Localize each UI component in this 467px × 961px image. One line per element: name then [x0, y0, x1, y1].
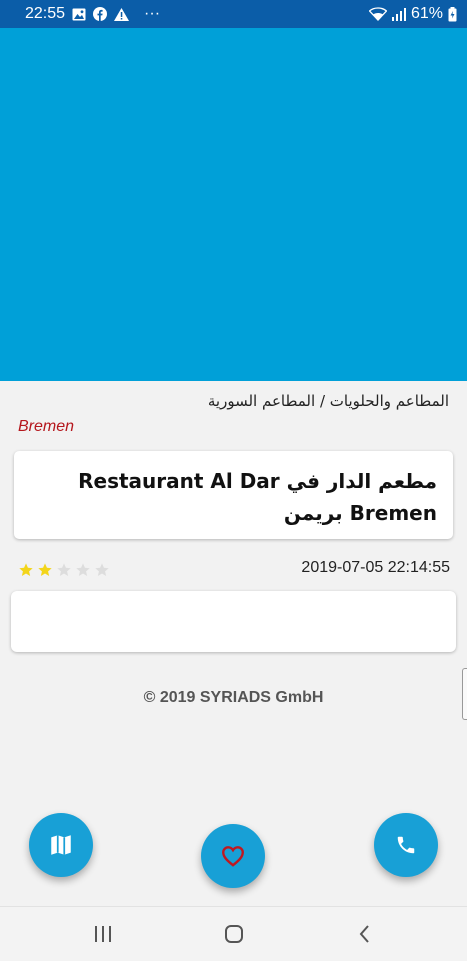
- recent-apps-icon: [95, 926, 111, 942]
- city-label: Bremen: [18, 418, 75, 435]
- listing-title: مطعم الدار في Restaurant Al Dar Bremen ب…: [78, 469, 437, 525]
- map-icon: [51, 835, 71, 855]
- wifi-icon: [368, 7, 387, 21]
- status-right: 61%: [368, 5, 457, 23]
- overflow-dots: ···: [144, 5, 161, 22]
- hero-image: [0, 28, 467, 381]
- back-icon: [359, 925, 369, 943]
- star-rating: [18, 562, 110, 578]
- warning-icon: [114, 7, 130, 21]
- star-icon: [76, 563, 90, 576]
- battery-icon: [448, 6, 457, 22]
- star-icon: [57, 563, 71, 576]
- facebook-icon: [93, 7, 108, 21]
- gallery-icon: [72, 8, 86, 21]
- battery-percent: 61%: [410, 5, 443, 22]
- back-button[interactable]: [350, 919, 380, 949]
- status-time: 22:55: [25, 5, 66, 22]
- call-button[interactable]: [374, 813, 438, 877]
- map-button[interactable]: [29, 813, 93, 877]
- status-left: 22:55 ···: [25, 5, 160, 23]
- copyright: © 2019 SYRIADS GmbH: [143, 689, 324, 706]
- home-icon: [225, 925, 243, 943]
- scroll-handle[interactable]: [462, 668, 467, 720]
- home-button[interactable]: [219, 919, 249, 949]
- description-card: [11, 591, 456, 652]
- post-date: 2019-07-05 22:14:55: [301, 559, 450, 576]
- star-icon: [19, 563, 33, 576]
- system-nav-bar: [0, 906, 467, 961]
- heart-icon: [222, 846, 244, 867]
- category-breadcrumb[interactable]: المطاعم والحلويات / المطاعم السورية: [208, 392, 449, 410]
- signal-icon: [391, 7, 406, 21]
- recent-apps-button[interactable]: [88, 919, 118, 949]
- star-icon: [38, 563, 52, 576]
- star-icon: [95, 563, 109, 576]
- title-card: مطعم الدار في Restaurant Al Dar Bremen ب…: [14, 451, 453, 539]
- phone-icon: [397, 836, 415, 854]
- status-bar: 22:55 ··· 61%: [0, 0, 467, 28]
- favorite-button[interactable]: [201, 824, 265, 888]
